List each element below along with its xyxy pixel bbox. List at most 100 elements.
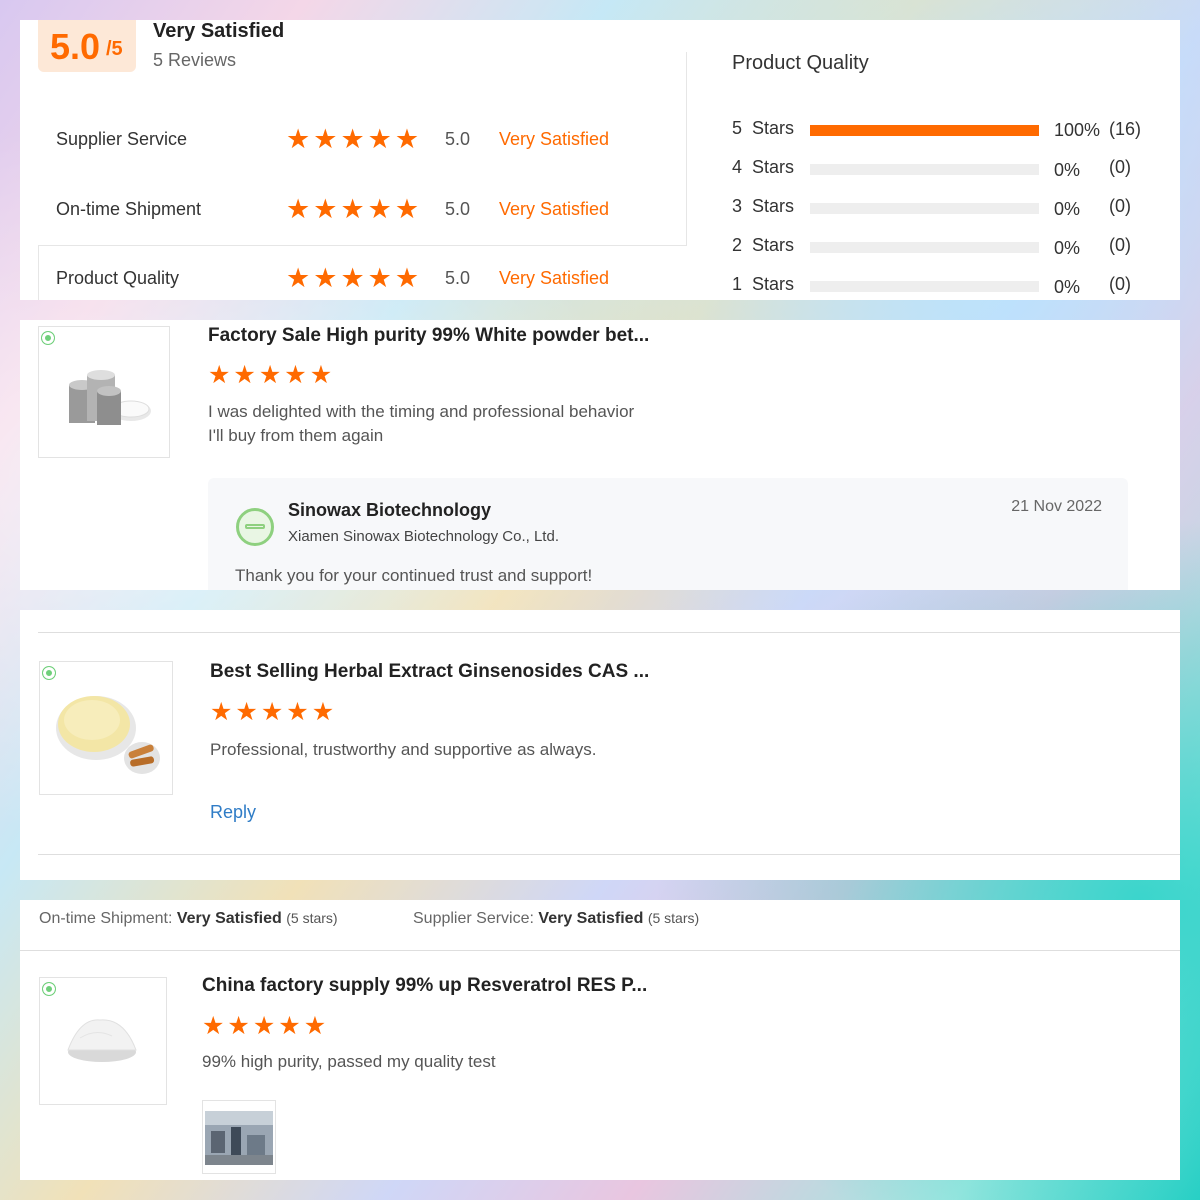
service-meta-value: Very Satisfied xyxy=(538,910,644,927)
star-bar-percent: 0% xyxy=(1054,238,1081,258)
star-bar-track xyxy=(810,242,1039,253)
star-icon: ★ xyxy=(303,1012,327,1040)
star-icon: ★ xyxy=(286,194,311,224)
shipment-meta-value: Very Satisfied xyxy=(176,910,282,927)
star-bar-percent: 0% xyxy=(1054,160,1081,180)
star-bar-fill xyxy=(810,125,1039,136)
metal-drums-image xyxy=(69,370,151,425)
star-icon: ★ xyxy=(313,194,338,224)
product-title[interactable]: Factory Sale High purity 99% White powde… xyxy=(208,325,649,347)
star-bar-label[interactable]: 2 Stars xyxy=(732,235,794,256)
shipment-meta-label: On-time Shipment: xyxy=(39,910,173,927)
seller-name[interactable]: Sinowax Biotechnology xyxy=(288,500,491,521)
star-bar-track xyxy=(810,125,1039,136)
rating-label-on-time-shipment: On-time Shipment xyxy=(56,199,202,219)
star-icon: ★ xyxy=(252,1012,276,1040)
rating-text-on-time-shipment: Very Satisfied xyxy=(499,199,610,219)
rating-stars-supplier-service: ★ ★ ★ ★ ★ xyxy=(286,126,419,153)
product-title[interactable]: Best Selling Herbal Extract Ginsenosides… xyxy=(210,661,649,683)
star-icon: ★ xyxy=(367,124,392,154)
star-icon: ★ xyxy=(394,194,420,224)
rating-score-on-time-shipment: 5.0 xyxy=(445,199,471,219)
product-thumbnail[interactable] xyxy=(39,661,173,795)
star-icon: ★ xyxy=(367,263,392,293)
star-icon: ★ xyxy=(208,361,231,389)
divider xyxy=(38,245,39,300)
star-icon: ★ xyxy=(309,361,333,389)
verified-dot-icon xyxy=(42,666,56,680)
overall-score-badge: 5.0 /5 xyxy=(38,20,136,72)
review-text: Professional, trustworthy and supportive… xyxy=(210,740,597,759)
star-icon: ★ xyxy=(394,124,420,154)
star-icon: ★ xyxy=(311,698,335,726)
star-bar-count: (0) xyxy=(1109,235,1131,255)
service-meta-stars: (5 stars) xyxy=(647,910,700,926)
star-bar-label[interactable]: 3 Stars xyxy=(732,196,794,217)
seller-company: Xiamen Sinowax Biotechnology Co., Ltd. xyxy=(288,528,559,545)
supplier-reply: Sinowax Biotechnology Xiamen Sinowax Bio… xyxy=(208,478,1128,590)
rating-label-supplier-service: Supplier Service xyxy=(56,129,188,149)
review-text: I was delighted with the timing and prof… xyxy=(208,402,635,421)
service-meta: Supplier Service: Very Satisfied (5 star… xyxy=(413,910,699,928)
review-stars: ★ ★ ★ ★ ★ xyxy=(210,700,334,725)
star-bar-percent: 100% xyxy=(1054,120,1101,140)
star-icon: ★ xyxy=(227,1012,250,1040)
factory-photo-image xyxy=(205,1111,273,1165)
star-bar-percent: 0% xyxy=(1054,199,1081,219)
star-icon: ★ xyxy=(284,361,307,389)
reply-link[interactable]: Reply xyxy=(210,802,256,823)
star-icon: ★ xyxy=(260,698,284,726)
seller-logo-icon xyxy=(236,508,274,546)
star-icon: ★ xyxy=(340,124,365,154)
star-icon: ★ xyxy=(286,698,309,726)
star-icon: ★ xyxy=(202,1012,225,1040)
rating-score-supplier-service: 5.0 xyxy=(445,129,471,149)
review-card: Factory Sale High purity 99% White powde… xyxy=(20,320,1180,590)
star-icon: ★ xyxy=(286,263,311,293)
rating-stars-product-quality: ★ ★ ★ ★ ★ xyxy=(286,265,419,292)
product-quality-title: Product Quality xyxy=(732,52,869,74)
review-card: On-time Shipment: Very Satisfied (5 star… xyxy=(20,900,1180,1180)
verified-dot-icon xyxy=(41,331,55,345)
shipment-meta-stars: (5 stars) xyxy=(286,910,338,926)
star-icon: ★ xyxy=(313,124,338,154)
star-icon: ★ xyxy=(340,194,365,224)
star-bar-count: (16) xyxy=(1109,119,1142,139)
white-powder-image xyxy=(67,1019,137,1062)
service-meta-label: Supplier Service: xyxy=(413,910,534,927)
divider xyxy=(38,632,1180,633)
review-photo[interactable] xyxy=(202,1100,276,1174)
overall-score-max: /5 xyxy=(106,38,123,60)
star-bar-count: (0) xyxy=(1109,274,1131,294)
star-icon: ★ xyxy=(233,361,256,389)
star-bar-label[interactable]: 5 Stars xyxy=(732,118,794,139)
star-icon: ★ xyxy=(313,263,338,293)
star-bar-track xyxy=(810,281,1039,292)
overall-score: 5.0 xyxy=(50,26,101,67)
review-count[interactable]: 5 Reviews xyxy=(153,50,236,71)
star-bar-count: (0) xyxy=(1109,196,1131,216)
shipment-meta: On-time Shipment: Very Satisfied (5 star… xyxy=(39,910,338,928)
overall-rating-label: Very Satisfied xyxy=(153,20,285,42)
star-icon: ★ xyxy=(367,194,392,224)
product-thumbnail[interactable] xyxy=(38,326,170,458)
divider xyxy=(38,245,687,246)
divider xyxy=(38,854,1180,855)
star-icon: ★ xyxy=(210,698,233,726)
star-bar-label[interactable]: 1 Stars xyxy=(732,274,794,295)
rating-label-product-quality: Product Quality xyxy=(56,268,180,288)
star-icon: ★ xyxy=(286,124,311,154)
star-icon: ★ xyxy=(278,1012,301,1040)
divider xyxy=(20,950,1180,951)
star-icon: ★ xyxy=(394,263,420,293)
star-bar-label[interactable]: 4 Stars xyxy=(732,157,794,178)
product-title[interactable]: China factory supply 99% up Resveratrol … xyxy=(202,975,647,997)
review-stars: ★ ★ ★ ★ ★ xyxy=(202,1014,326,1039)
star-icon: ★ xyxy=(340,263,365,293)
divider xyxy=(686,52,687,245)
rating-text-supplier-service: Very Satisfied xyxy=(499,129,610,149)
review-card: Best Selling Herbal Extract Ginsenosides… xyxy=(20,610,1180,880)
rating-score-product-quality: 5.0 xyxy=(445,268,471,288)
rating-summary-panel: 5.0 /5 Very Satisfied 5 Reviews Supplier… xyxy=(20,20,1180,300)
product-thumbnail[interactable] xyxy=(39,977,167,1105)
